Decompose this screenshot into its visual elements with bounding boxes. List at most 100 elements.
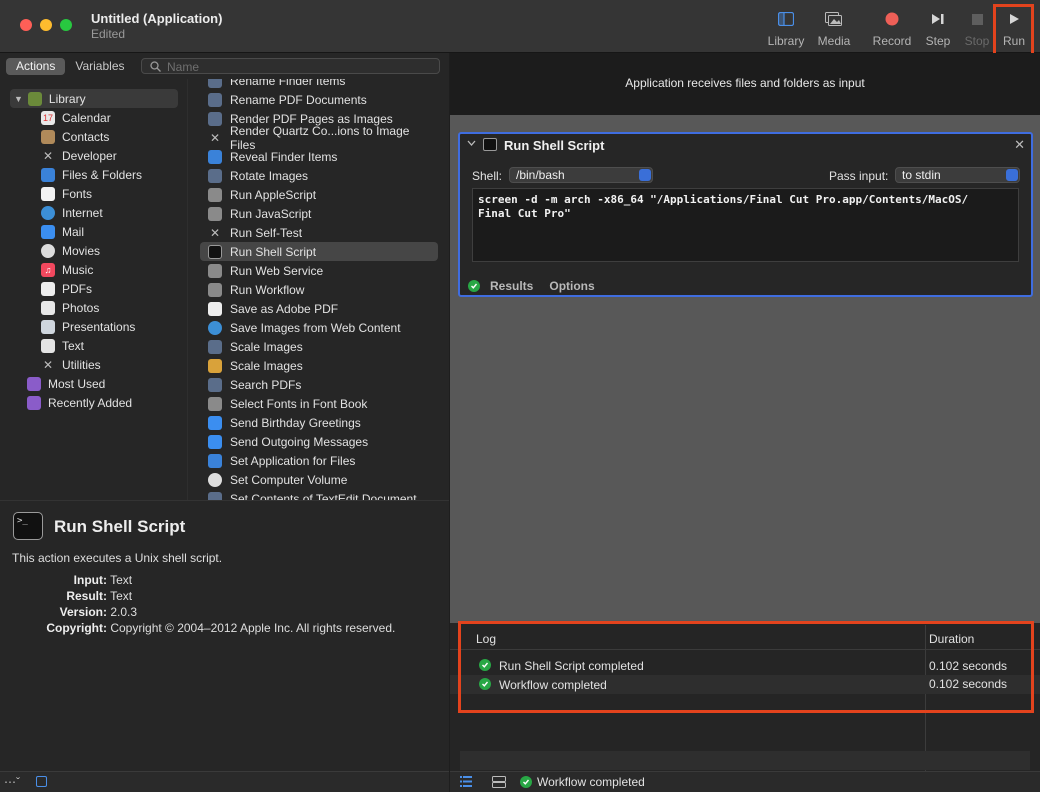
action-item[interactable]: Run Workflow bbox=[200, 280, 438, 299]
disclosure-open-icon: ▼ bbox=[14, 93, 23, 104]
list-view-icon[interactable] bbox=[460, 776, 472, 787]
meta-label: Input: bbox=[73, 573, 107, 587]
category-photos[interactable]: Photos bbox=[41, 298, 99, 317]
category-recently-added[interactable]: Recently Added bbox=[27, 393, 132, 412]
photos-icon bbox=[41, 300, 55, 315]
action-label: Save as Adobe PDF bbox=[230, 301, 339, 316]
action-item[interactable]: Set Contents of TextEdit Document bbox=[200, 489, 438, 500]
action-item[interactable]: Run AppleScript bbox=[200, 185, 438, 204]
action-item[interactable]: Rename Finder Items bbox=[200, 79, 438, 90]
split-view-icon[interactable] bbox=[492, 776, 506, 788]
category-music[interactable]: ♫ Music bbox=[41, 260, 93, 279]
checkmark-icon bbox=[468, 280, 480, 292]
category-label: Presentations bbox=[62, 319, 136, 334]
finder-icon bbox=[208, 149, 222, 164]
category-pdfs[interactable]: PDFs bbox=[41, 279, 92, 298]
chevron-down-icon[interactable] bbox=[467, 140, 476, 147]
close-window-button[interactable] bbox=[20, 19, 32, 31]
category-label: Utilities bbox=[62, 357, 101, 372]
workflow-icon bbox=[208, 282, 222, 297]
close-icon[interactable]: ✕ bbox=[1014, 137, 1025, 153]
minimize-window-button[interactable] bbox=[40, 19, 52, 31]
action-item[interactable]: Send Outgoing Messages bbox=[200, 432, 438, 451]
pass-input-popup[interactable]: to stdin bbox=[895, 167, 1020, 183]
description-text: This action executes a Unix shell script… bbox=[12, 551, 223, 565]
action-item[interactable]: Save Images from Web Content bbox=[200, 318, 438, 337]
category-movies[interactable]: Movies bbox=[41, 241, 100, 260]
text-icon bbox=[41, 338, 55, 353]
action-item[interactable]: Search PDFs bbox=[200, 375, 438, 394]
meta-copyright: Copyright: Copyright © 2004–2012 Apple I… bbox=[12, 621, 395, 635]
action-item[interactable]: Scale Images bbox=[200, 337, 438, 356]
action-item[interactable]: ✕ Run Self-Test bbox=[200, 223, 438, 242]
action-item[interactable]: Set Application for Files bbox=[200, 451, 438, 470]
category-utilities[interactable]: ✕ Utilities bbox=[41, 355, 101, 374]
action-item[interactable]: Select Fonts in Font Book bbox=[200, 394, 438, 413]
script-icon bbox=[208, 263, 222, 278]
volume-icon bbox=[208, 472, 222, 487]
media-toolbar-button[interactable]: Media bbox=[806, 8, 862, 50]
action-label: Search PDFs bbox=[230, 377, 302, 392]
fonts-icon bbox=[41, 186, 55, 201]
category-label: Developer bbox=[62, 148, 117, 163]
developer-icon: ✕ bbox=[42, 148, 54, 163]
log-empty-row bbox=[460, 751, 1030, 770]
category-text[interactable]: Text bbox=[41, 336, 84, 355]
shell-label: Shell: bbox=[472, 169, 503, 183]
description-title: Run Shell Script bbox=[54, 517, 186, 536]
search-field[interactable]: Name bbox=[141, 58, 440, 74]
action-item[interactable]: Scale Images bbox=[200, 356, 438, 375]
meta-input: Input: Text bbox=[12, 573, 132, 587]
zoom-window-button[interactable] bbox=[60, 19, 72, 31]
library-folder-icon bbox=[27, 91, 42, 106]
script-icon bbox=[208, 206, 222, 221]
category-calendar[interactable]: 17 Calendar bbox=[41, 108, 111, 127]
action-menu-icon[interactable]: ⋯ˇ bbox=[4, 775, 20, 789]
variables-tab[interactable]: Variables bbox=[65, 58, 134, 75]
action-item[interactable]: Save as Adobe PDF bbox=[200, 299, 438, 318]
action-item[interactable]: Rotate Images bbox=[200, 166, 438, 185]
window-subtitle: Edited bbox=[91, 27, 126, 41]
category-presentations[interactable]: Presentations bbox=[41, 317, 135, 336]
action-label: Run AppleScript bbox=[230, 187, 317, 202]
action-item-selected[interactable]: Run Shell Script bbox=[200, 242, 438, 261]
action-item[interactable]: ✕ Render Quartz Co...ions to Image Files bbox=[200, 124, 438, 152]
action-header: Run Shell Script ✕ bbox=[460, 134, 1031, 156]
options-tab[interactable]: Options bbox=[549, 279, 594, 293]
developer-icon: ✕ bbox=[209, 225, 221, 240]
log-highlight bbox=[458, 621, 1034, 713]
action-item[interactable]: Run Web Service bbox=[200, 261, 438, 280]
category-list: ▼ Library 17 Calendar Contacts ✕ Developer… bbox=[0, 79, 188, 500]
action-label: Run Self-Test bbox=[230, 225, 303, 240]
results-tab[interactable]: Results bbox=[490, 279, 533, 293]
search-placeholder: Name bbox=[167, 60, 200, 74]
presentations-icon bbox=[41, 319, 55, 334]
smart-folder-icon bbox=[27, 395, 41, 410]
action-item[interactable]: Set Computer Volume bbox=[200, 470, 438, 489]
run-shell-script-action[interactable]: Run Shell Script ✕ Shell: /bin/bash Pass… bbox=[458, 132, 1033, 297]
category-files-folders[interactable]: Files & Folders bbox=[41, 165, 142, 184]
category-label: Recently Added bbox=[48, 395, 133, 410]
pdf-icon bbox=[208, 301, 222, 316]
category-library[interactable]: ▼ Library bbox=[10, 89, 178, 108]
action-item[interactable]: Reveal Finder Items bbox=[200, 147, 438, 166]
action-item[interactable]: Run JavaScript bbox=[200, 204, 438, 223]
category-internet[interactable]: Internet bbox=[41, 203, 103, 222]
mail-icon bbox=[208, 415, 222, 430]
media-toolbar-label: Media bbox=[817, 34, 851, 48]
action-item[interactable]: Send Birthday Greetings bbox=[200, 413, 438, 432]
shell-popup[interactable]: /bin/bash bbox=[509, 167, 653, 183]
category-mail[interactable]: Mail bbox=[41, 222, 84, 241]
description-toggle-icon[interactable] bbox=[36, 776, 47, 787]
category-label: Text bbox=[62, 338, 85, 353]
category-fonts[interactable]: Fonts bbox=[41, 184, 92, 203]
category-contacts[interactable]: Contacts bbox=[41, 127, 109, 146]
category-label: Photos bbox=[62, 300, 100, 315]
actions-tab[interactable]: Actions bbox=[6, 58, 66, 75]
category-developer[interactable]: ✕ Developer bbox=[41, 146, 117, 165]
mail-icon bbox=[41, 224, 55, 239]
script-editor[interactable]: screen -d -m arch -x86_64 "/Applications… bbox=[472, 188, 1019, 262]
image-icon bbox=[208, 339, 222, 354]
category-most-used[interactable]: Most Used bbox=[27, 374, 105, 393]
action-item[interactable]: Rename PDF Documents bbox=[200, 90, 438, 109]
